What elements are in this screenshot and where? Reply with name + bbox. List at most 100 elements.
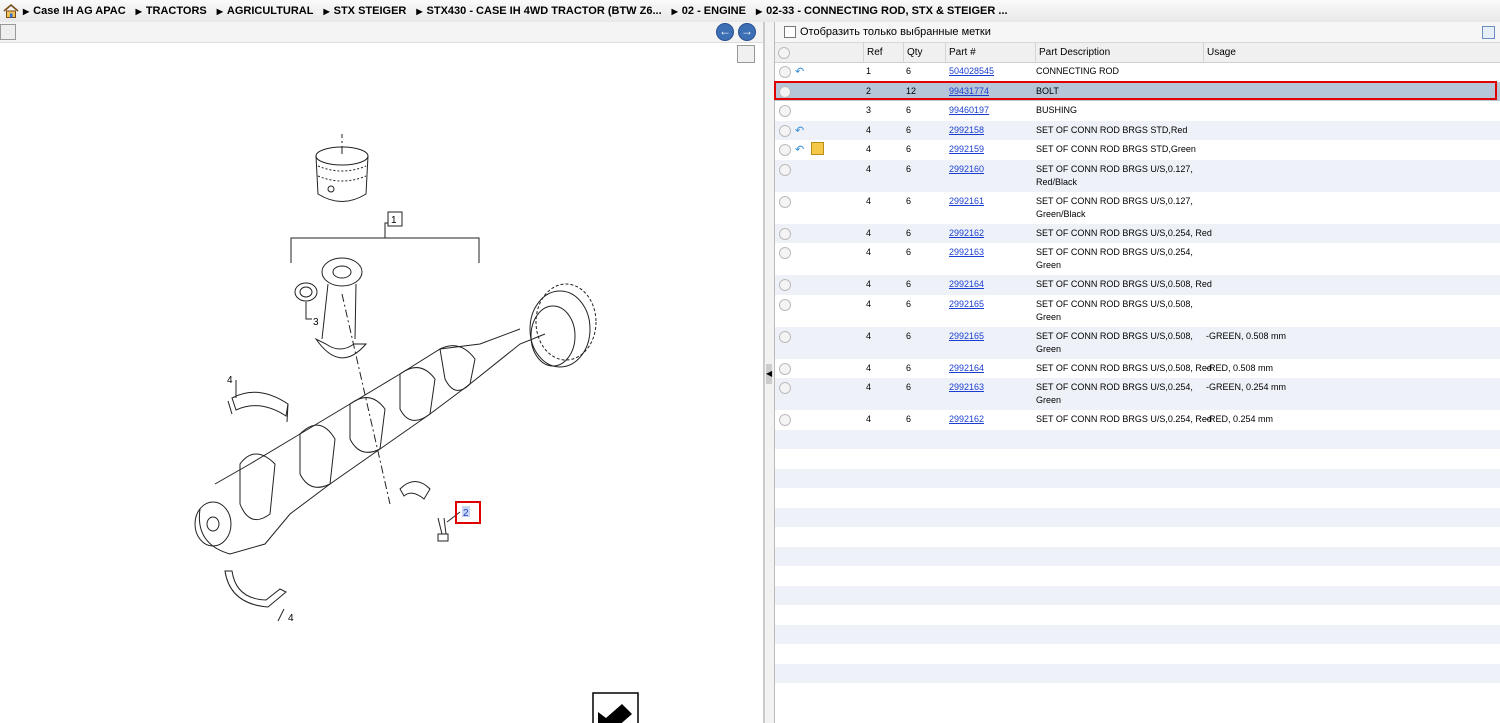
go-up-icon[interactable] [592,692,639,723]
callout-2[interactable]: 2 [463,508,469,519]
breadcrumb-item[interactable]: ▶ 02 - ENGINE [672,5,746,17]
next-arrow-icon[interactable]: → [738,23,756,41]
table-row[interactable]: 4 6 2992163 SET OF CONN ROD BRGS U/S,0.254,… [775,378,1500,410]
breadcrumb-item[interactable]: ▶ STX STEIGER [323,5,406,17]
row-description: SET OF CONN ROD BRGS U/S,0.254, Green [1036,382,1193,405]
add-item-icon[interactable] [779,227,791,240]
row-description: SET OF CONN ROD BRGS U/S,0.254, Red [1036,227,1212,238]
breadcrumb-arrow-icon: ▶ [23,6,30,16]
add-item-icon[interactable] [779,247,791,259]
bushing-drawing [294,282,318,320]
row-part-number-link[interactable]: 2992160 [949,164,984,174]
breadcrumb-arrow-icon: ▶ [323,6,330,16]
table-header: Ref Qty Part # Part Description Usage [775,43,1500,63]
row-ref: 4 [866,279,872,289]
table-row[interactable]: 4 6 2992164 SET OF CONN ROD BRGS U/S,0.508,… [775,275,1500,295]
breadcrumb-arrow-icon: ▶ [135,6,142,16]
table-row[interactable]: 4 6 2992165 SET OF CONN ROD BRGS U/S,0.508,… [775,295,1500,327]
add-item-icon[interactable] [779,163,791,176]
row-qty: 6 [906,227,912,238]
empty-table-row [775,488,1500,508]
row-part-number-link[interactable]: 2992164 [949,279,984,289]
breadcrumb-item[interactable]: ▶ 02-33 - CONNECTING ROD, STX & STEIGER .… [756,5,1008,17]
row-ref: 1 [866,66,872,76]
empty-table-row [775,644,1500,664]
breadcrumb-item[interactable]: ▶ AGRICULTURAL [217,5,314,17]
add-item-icon[interactable] [779,279,791,291]
row-qty: 6 [906,414,912,424]
table-row[interactable]: 4 6 2992163 SET OF CONN ROD BRGS U/S,0.254,… [775,243,1500,275]
add-item-icon[interactable] [779,124,791,137]
callout-1[interactable]: 1 [391,215,397,226]
table-row[interactable]: 4 6 2992161 SET OF CONN ROD BRGS U/S,0.127,… [775,192,1500,224]
empty-table-row [775,527,1500,547]
add-item-icon[interactable] [779,105,791,117]
selected-row-highlight [774,81,1497,100]
table-row[interactable]: ↶ 4 6 2992159 SET OF CONN ROD BRGS STD,Green [775,140,1500,160]
table-row[interactable]: 3 6 99460197 BUSHING [775,101,1500,121]
row-ref: 4 [866,414,872,424]
export-icon[interactable] [0,24,16,40]
row-part-number-link[interactable]: 2992164 [949,363,984,373]
row-qty: 6 [906,105,912,115]
row-qty: 6 [906,144,912,154]
table-row[interactable]: 4 6 2992162 SET OF CONN ROD BRGS U/S,0.254,… [775,223,1500,243]
breadcrumb-item[interactable]: ▶ STX430 - CASE IH 4WD TRACTOR (BTW Z6... [416,5,661,17]
add-item-icon[interactable] [779,382,791,394]
row-part-number-link[interactable]: 2992162 [949,228,984,238]
piston-drawing [315,146,369,202]
grid-settings-icon[interactable] [1482,26,1495,39]
table-row[interactable]: ↶ 4 6 2992158 SET OF CONN ROD BRGS STD,Red [775,120,1500,140]
column-part-description[interactable]: Part Description [1035,43,1203,62]
row-usage: -RED, 0.508 mm [1206,362,1274,373]
column-qty[interactable]: Qty [903,43,945,62]
row-description: SET OF CONN ROD BRGS U/S,0.508, Red [1036,279,1212,289]
add-item-icon[interactable] [779,66,791,78]
add-item-icon[interactable] [779,144,791,156]
add-item-icon[interactable] [779,330,791,343]
filter-bar: Отобразить только выбранные метки [775,22,1500,43]
previous-arrow-icon[interactable]: ← [716,23,734,41]
replaced-part-icon[interactable]: ↶ [795,124,804,137]
row-part-number-link[interactable]: 2992163 [949,247,984,257]
add-item-icon[interactable] [779,298,791,311]
table-row[interactable]: 4 6 2992160 SET OF CONN ROD BRGS U/S,0.127,… [775,159,1500,192]
replaced-part-icon[interactable]: ↶ [795,65,804,78]
row-part-number-link[interactable]: 99460197 [949,105,989,115]
row-part-number-link[interactable]: 504028545 [949,66,994,76]
selected-only-checkbox[interactable] [784,26,796,38]
breadcrumb-item[interactable]: ▶ TRACTORS [136,5,207,17]
table-row[interactable]: 4 6 2992162 SET OF CONN ROD BRGS U/S,0.254,… [775,410,1500,430]
add-item-icon[interactable] [779,195,791,208]
table-row[interactable]: ↶ 1 6 504028545 CONNECTING ROD [775,62,1500,82]
row-qty: 6 [906,163,912,174]
add-item-icon[interactable] [779,362,791,375]
callout-4[interactable]: 4 [227,375,233,386]
row-description: CONNECTING ROD [1036,66,1119,76]
row-part-number-link[interactable]: 2992165 [949,299,984,309]
column-usage[interactable]: Usage [1203,43,1500,62]
row-part-number-link[interactable]: 2992159 [949,144,984,154]
column-part-number[interactable]: Part # [945,43,1035,62]
add-item-icon[interactable] [779,414,791,426]
callout-4[interactable]: 4 [288,613,294,624]
table-row[interactable]: 4 6 2992165 SET OF CONN ROD BRGS U/S,0.508,… [775,326,1500,359]
column-ref[interactable]: Ref [863,43,903,62]
expand-all-icon[interactable] [775,43,795,62]
table-row[interactable]: 4 6 2992164 SET OF CONN ROD BRGS U/S,0.508,… [775,359,1500,379]
breadcrumb-item[interactable]: ▶ Case IH AG APAC [23,5,126,17]
callout-3[interactable]: 3 [313,317,319,328]
row-part-number-link[interactable]: 2992158 [949,125,984,135]
row-part-number-link[interactable]: 2992161 [949,196,984,206]
row-part-number-link[interactable]: 2992163 [949,382,984,392]
replaced-part-icon[interactable]: ↶ [795,143,804,156]
package-icon[interactable] [811,142,824,155]
row-ref: 4 [866,247,872,257]
collapse-arrow-icon[interactable]: ◀ [766,364,772,384]
home-icon[interactable] [3,3,19,19]
row-part-number-link[interactable]: 2992162 [949,414,984,424]
row-qty: 6 [906,330,912,341]
row-part-number-link[interactable]: 2992165 [949,331,984,341]
row-usage: -GREEN, 0.254 mm [1206,382,1287,392]
row-usage: -RED, 0.254 mm [1206,414,1274,424]
